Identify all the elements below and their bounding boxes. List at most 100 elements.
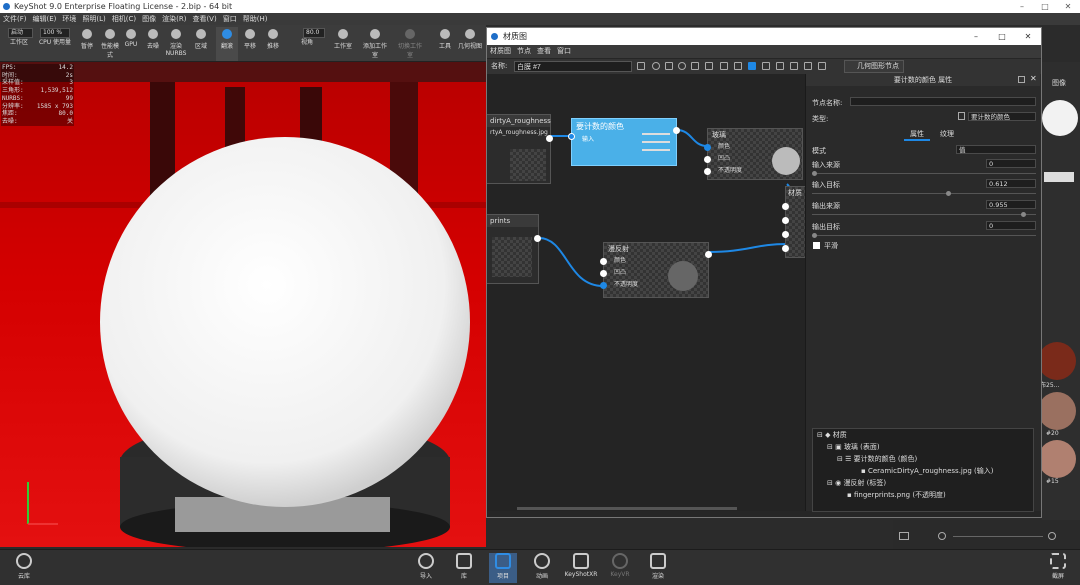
minimize-icon[interactable]: – (1011, 0, 1033, 13)
tumble-button[interactable]: 翻滚 (216, 27, 238, 61)
input-port[interactable] (704, 144, 711, 151)
material-output-node[interactable]: 材质 (782, 186, 805, 258)
workspace-button[interactable]: 工作区 (8, 37, 30, 61)
menu-help[interactable]: 帮助(H) (240, 13, 271, 25)
import-button[interactable]: 导入 (412, 553, 440, 580)
geometry-view-button[interactable]: 几何视图 (458, 27, 482, 61)
cloud-library-button[interactable]: 云库 (10, 553, 38, 580)
menu-node[interactable]: 节点 (514, 47, 534, 55)
menu-lighting[interactable]: 照明(L) (79, 13, 108, 25)
gpu-button[interactable]: GPU (120, 27, 142, 61)
maximize-icon[interactable]: □ (989, 28, 1015, 45)
diffuse-node[interactable]: 漫反射 颜色 凹凸 不透明度 (600, 242, 712, 298)
tree-item[interactable]: ▪ CeramicDirtyA_roughness.jpg (输入) (861, 466, 993, 477)
input-port[interactable] (600, 282, 607, 289)
screenshot-button[interactable]: 截屏 (1044, 553, 1072, 580)
input-target-slider[interactable] (812, 191, 1036, 196)
output-target-field[interactable]: 0 (986, 221, 1036, 230)
tree-item[interactable]: ▪ fingerprints.png (不透明度) (847, 490, 946, 501)
node-graph-canvas[interactable]: dirtyA_roughness rtyA_roughness.jpg 要计数的… (487, 74, 805, 511)
node-view-icon[interactable] (748, 62, 756, 70)
input-port[interactable] (600, 270, 607, 277)
menu-file[interactable]: 文件(F) (0, 13, 30, 25)
horizontal-scrollbar[interactable] (517, 507, 737, 510)
tab-texture[interactable]: 纹理 (936, 129, 958, 139)
zoom-out-icon[interactable] (938, 532, 946, 540)
node-name-field[interactable] (850, 97, 1036, 106)
image-tab[interactable]: 图像 (1052, 78, 1066, 88)
delete-icon[interactable] (958, 112, 965, 120)
align-icon[interactable] (818, 62, 826, 70)
input-source-field[interactable]: 0 (986, 159, 1036, 168)
tree-item[interactable]: ⊟ ▣ 玻璃 (表面) (827, 442, 880, 453)
menu-material-graph[interactable]: 材质图 (487, 47, 514, 55)
fit-icon[interactable] (691, 62, 699, 70)
close-icon[interactable]: ✕ (1030, 74, 1037, 83)
pan-button[interactable]: 平移 (239, 27, 261, 61)
float-icon[interactable] (1018, 76, 1025, 83)
cpu-usage-button[interactable]: CPU 使用量 (38, 37, 72, 61)
project-button[interactable]: 项目 (489, 553, 517, 583)
type-select[interactable]: 要计数的颜色 (968, 112, 1036, 121)
close-icon[interactable]: ✕ (1057, 0, 1079, 13)
color-swatch[interactable] (1044, 172, 1074, 182)
copy-icon[interactable] (734, 62, 742, 70)
zoom-in-icon[interactable] (1048, 532, 1056, 540)
render-nurbs-button[interactable]: 渲染NURBS (165, 27, 187, 61)
output-port[interactable] (673, 127, 680, 134)
input-target-field[interactable]: 0.612 (986, 179, 1036, 188)
dolly-button[interactable]: 推移 (262, 27, 284, 61)
tree-item[interactable]: ⊟ ◆ 材质 (817, 430, 847, 441)
pause-button[interactable]: 暂停 (76, 27, 98, 61)
warning-icon[interactable] (705, 62, 713, 70)
output-port[interactable] (705, 251, 712, 258)
denoise-button[interactable]: 去噪 (142, 27, 164, 61)
tab-properties[interactable]: 属性 (904, 129, 930, 141)
input-port[interactable] (782, 217, 789, 224)
texture-node-roughness[interactable]: dirtyA_roughness rtyA_roughness.jpg (487, 114, 553, 184)
switch-studio-button[interactable]: 切换工作室 (397, 27, 423, 61)
list-view-icon[interactable] (899, 532, 909, 540)
split-icon[interactable] (804, 62, 812, 70)
thumb-size-slider[interactable] (953, 536, 1043, 537)
input-source-slider[interactable] (812, 171, 1036, 176)
maximize-icon[interactable]: □ (1034, 0, 1056, 13)
color-adjust-node[interactable]: 要计数的颜色 输入 (568, 118, 680, 166)
menu-window[interactable]: 窗口 (554, 47, 574, 55)
menu-window[interactable]: 窗口 (220, 13, 240, 25)
library-button[interactable]: 库 (450, 553, 478, 580)
input-port[interactable] (568, 133, 575, 140)
delete-icon[interactable] (720, 62, 728, 70)
list-icon[interactable] (776, 62, 784, 70)
output-port[interactable] (534, 235, 541, 242)
material-name-field[interactable] (514, 61, 632, 72)
keyvr-button[interactable]: KeyVR (606, 553, 634, 578)
input-port[interactable] (600, 258, 607, 265)
studio-button[interactable]: 工作室 (332, 27, 354, 61)
square-icon[interactable] (665, 62, 673, 70)
animation-button[interactable]: 动画 (528, 553, 556, 580)
add-studio-button[interactable]: 添加工作室 (362, 27, 388, 61)
minimize-icon[interactable]: – (963, 28, 989, 45)
layout-icon[interactable] (790, 62, 798, 70)
input-port[interactable] (704, 168, 711, 175)
close-icon[interactable]: ✕ (1015, 28, 1041, 45)
material-thumb[interactable] (1038, 342, 1076, 380)
menu-image[interactable]: 图像 (139, 13, 159, 25)
render-viewport[interactable] (0, 62, 486, 547)
input-port[interactable] (782, 231, 789, 238)
tree-item[interactable]: ⊟ ◉ 漫反射 (标签) (827, 478, 886, 489)
geometry-node-button[interactable]: 几何图形节点 (844, 60, 904, 73)
render-button[interactable]: 渲染 (644, 553, 672, 580)
region-button[interactable]: 区域 (190, 27, 212, 61)
input-port[interactable] (782, 203, 789, 210)
save-icon[interactable] (637, 62, 645, 70)
menu-view[interactable]: 查看(V) (189, 13, 219, 25)
input-port[interactable] (704, 156, 711, 163)
glass-node[interactable]: 玻璃 颜色 凹凸 不透明度 (704, 128, 803, 180)
menu-environment[interactable]: 环境 (59, 13, 79, 25)
output-target-slider[interactable] (812, 233, 1036, 238)
material-thumb[interactable] (1038, 440, 1076, 478)
menu-render[interactable]: 渲染(R) (159, 13, 189, 25)
menu-camera[interactable]: 相机(C) (109, 13, 139, 25)
